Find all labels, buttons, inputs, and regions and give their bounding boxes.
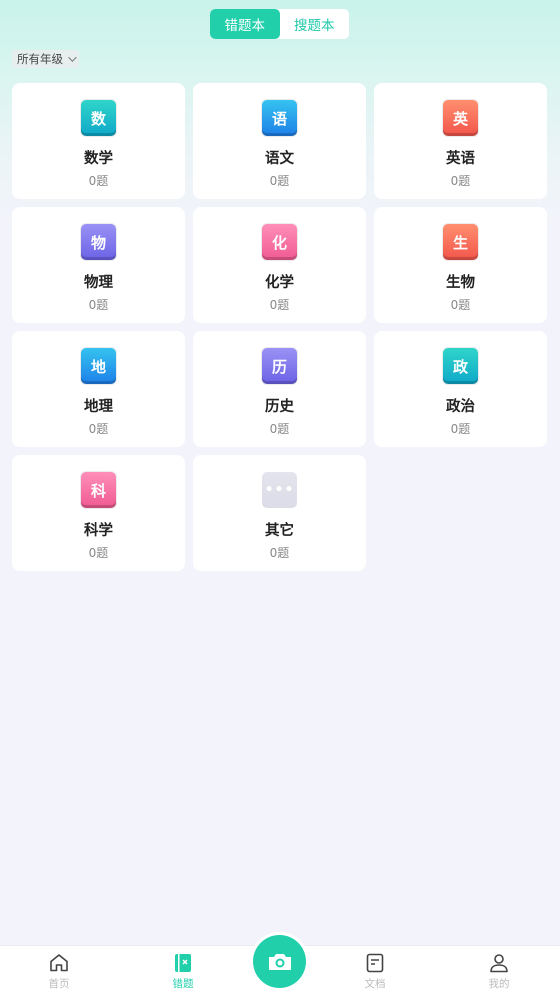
subject-card[interactable]: 科科学 0题 [12, 455, 185, 571]
subject-name: 数学 [84, 151, 113, 167]
subject-name: 历史 [265, 399, 294, 415]
tab-profile-label: 我的 [488, 978, 510, 990]
question-count: 0题 [450, 422, 471, 436]
subject-badge-icon: 英 [443, 100, 478, 136]
subject-badge-icon: 物 [81, 224, 116, 260]
subject-badge-icon: 地 [81, 348, 116, 384]
subject-card[interactable]: 语语文 0题 [193, 83, 366, 199]
subject-card[interactable]: 政政治 0题 [374, 331, 547, 447]
document-icon [366, 953, 384, 973]
tab-mistakes[interactable]: 错题 [153, 952, 213, 991]
subject-name: 政治 [446, 399, 475, 415]
question-count: 0题 [269, 298, 290, 312]
camera-button[interactable] [253, 935, 306, 988]
subject-badge-icon: 政 [443, 348, 478, 384]
subject-badge-icon: 语 [262, 100, 297, 136]
subject-name: 科学 [84, 523, 113, 539]
question-count: 0题 [269, 546, 290, 560]
chevron-down-icon [68, 53, 77, 62]
subject-card[interactable]: 物物理 0题 [12, 207, 185, 323]
tab-mistakes-label: 错题 [172, 978, 194, 990]
subject-name: 生物 [446, 275, 475, 291]
question-count: 0题 [269, 422, 290, 436]
question-count: 0题 [269, 174, 290, 188]
question-count: 0题 [450, 298, 471, 312]
subject-badge-icon: ••• [262, 472, 297, 508]
subject-badge-icon: 生 [443, 224, 478, 260]
question-count: 0题 [88, 298, 109, 312]
tab-mistake-book[interactable]: 错题本 [210, 9, 280, 39]
question-count: 0题 [88, 546, 109, 560]
question-count: 0题 [88, 422, 109, 436]
notebook-switch: 错题本 搜题本 [210, 9, 349, 39]
subject-name: 其它 [265, 523, 294, 539]
subject-card[interactable]: 数数学 0题 [12, 83, 185, 199]
subject-name: 物理 [84, 275, 113, 291]
user-icon [490, 954, 508, 973]
subject-badge-icon: 化 [262, 224, 297, 260]
subject-badge-icon: 数 [81, 100, 116, 136]
camera-icon [268, 953, 291, 970]
subject-name: 英语 [446, 151, 475, 167]
tab-home[interactable]: 首页 [29, 952, 89, 991]
subject-name: 地理 [84, 399, 113, 415]
tab-documents-label: 文档 [364, 978, 386, 990]
subject-card[interactable]: ••• 其它 0题 [193, 455, 366, 571]
grade-filter-dropdown[interactable]: 所有年级 [12, 50, 79, 68]
subject-card[interactable]: 英英语 0题 [374, 83, 547, 199]
grade-filter-label: 所有年级 [17, 52, 63, 66]
subject-card[interactable]: 历历史 0题 [193, 331, 366, 447]
subject-card[interactable]: 生生物 0题 [374, 207, 547, 323]
notebook-icon [175, 954, 191, 972]
tab-home-label: 首页 [48, 978, 70, 990]
subject-name: 语文 [265, 151, 294, 167]
question-count: 0题 [450, 174, 471, 188]
tab-documents[interactable]: 文档 [345, 952, 405, 991]
tab-profile[interactable]: 我的 [469, 952, 529, 991]
question-count: 0题 [88, 174, 109, 188]
subject-card[interactable]: 地地理 0题 [12, 331, 185, 447]
home-icon [50, 954, 68, 972]
subject-name: 化学 [265, 275, 294, 291]
tab-search-book[interactable]: 搜题本 [280, 9, 350, 39]
subject-grid: 数数学 0题语语文 0题英英语 0题物物理 0题化化学 0题生生物 0题地地理 0题历历史 0题… [12, 83, 548, 571]
subject-badge-icon: 历 [262, 348, 297, 384]
subject-badge-icon: 科 [81, 472, 116, 508]
subject-card[interactable]: 化化学 0题 [193, 207, 366, 323]
